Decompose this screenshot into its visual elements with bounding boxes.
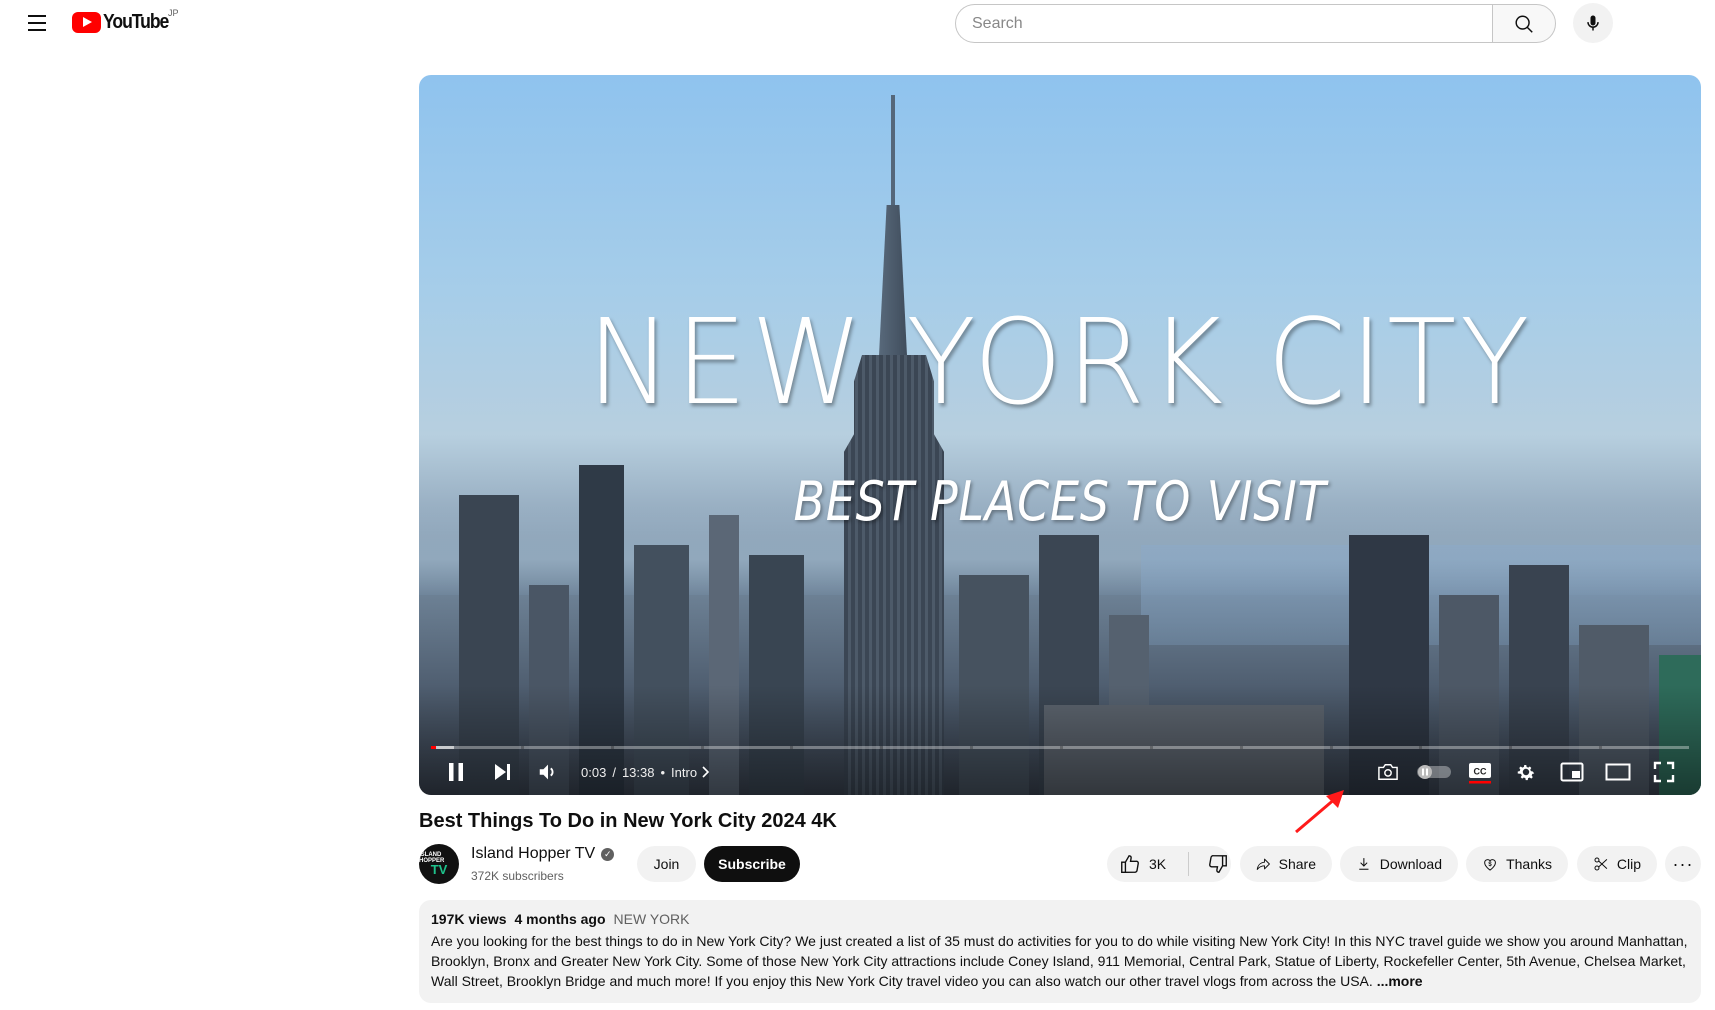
dislike-button[interactable] bbox=[1197, 846, 1229, 882]
subscriber-count: 372K subscribers bbox=[471, 869, 564, 883]
thanks-button[interactable]: $ Thanks bbox=[1466, 846, 1568, 882]
chapter-marker bbox=[610, 746, 614, 749]
scissors-icon bbox=[1594, 857, 1608, 871]
hashtag-link[interactable]: NEW YORK bbox=[614, 911, 690, 927]
country-code: JP bbox=[168, 8, 179, 18]
progress-played bbox=[431, 746, 437, 749]
menu-button[interactable] bbox=[24, 10, 50, 36]
microphone-icon bbox=[1587, 15, 1599, 31]
description-meta: 197K views 4 months ago NEW YORK bbox=[431, 911, 1689, 927]
description-text: Are you looking for the best things to d… bbox=[431, 931, 1689, 991]
fullscreen-button[interactable] bbox=[1641, 755, 1687, 789]
time-display: 0:03 / 13:38 • Intro bbox=[581, 764, 710, 780]
like-count: 3K bbox=[1149, 856, 1167, 872]
time-separator: / bbox=[612, 764, 616, 780]
skip-next-icon bbox=[495, 764, 510, 780]
volume-icon bbox=[539, 764, 554, 780]
pause-button[interactable] bbox=[433, 755, 479, 789]
chapter-button[interactable]: Intro bbox=[671, 764, 710, 780]
svg-text:CC: CC bbox=[1474, 767, 1487, 777]
theater-mode-button[interactable] bbox=[1595, 755, 1641, 789]
logo-text: YouTube bbox=[103, 11, 169, 33]
upload-age: 4 months ago bbox=[514, 911, 606, 927]
search-button[interactable] bbox=[1492, 4, 1556, 43]
join-button[interactable]: Join bbox=[637, 846, 696, 882]
empire-state-spire bbox=[891, 95, 895, 215]
thanks-label: Thanks bbox=[1506, 856, 1552, 872]
hamburger-icon bbox=[28, 15, 46, 17]
like-button[interactable]: 3K bbox=[1107, 846, 1166, 882]
channel-name-link[interactable]: Island Hopper TV ✓ bbox=[471, 845, 615, 863]
captions-button[interactable]: CC bbox=[1457, 755, 1503, 789]
voice-search-button[interactable] bbox=[1573, 3, 1613, 43]
share-button[interactable]: Share bbox=[1240, 846, 1332, 882]
more-horizontal-icon: ··· bbox=[1672, 853, 1694, 874]
chapter-marker bbox=[1509, 746, 1513, 749]
current-time: 0:03 bbox=[581, 764, 607, 780]
avatar-text-bottom: TV bbox=[430, 862, 448, 877]
more-actions-button[interactable]: ··· bbox=[1665, 846, 1701, 882]
download-button[interactable]: Download bbox=[1340, 846, 1458, 882]
player-controls: 0:03 / 13:38 • Intro CC bbox=[419, 755, 1701, 789]
next-button[interactable] bbox=[479, 755, 525, 789]
chapter-marker bbox=[520, 746, 524, 749]
share-icon bbox=[1256, 858, 1270, 870]
mute-button[interactable] bbox=[525, 755, 571, 789]
closed-captions-icon: CC bbox=[1469, 763, 1491, 784]
share-label: Share bbox=[1278, 856, 1316, 872]
miniplayer-button[interactable] bbox=[1549, 755, 1595, 789]
autoplay-toggle[interactable] bbox=[1411, 755, 1457, 789]
autoplay-toggle-icon bbox=[1417, 765, 1451, 779]
view-count: 197K views bbox=[431, 911, 507, 927]
channel-name: Island Hopper TV bbox=[471, 845, 596, 862]
video-overlay-subtitle: BEST PLACES TO VISIT bbox=[793, 470, 1327, 533]
youtube-logo[interactable]: YouTube JP bbox=[72, 8, 179, 34]
progress-bar[interactable] bbox=[431, 746, 1689, 749]
svg-text:$: $ bbox=[1488, 862, 1492, 868]
chevron-right-icon bbox=[702, 766, 710, 778]
chapter-marker bbox=[1419, 746, 1423, 749]
chapter-marker bbox=[1239, 746, 1243, 749]
video-player[interactable]: NEW YORK CITY BEST PLACES TO VISIT 0:03 … bbox=[419, 75, 1701, 795]
search-box bbox=[955, 4, 1492, 43]
chapter-marker bbox=[700, 746, 704, 749]
thumbs-down-icon bbox=[1209, 855, 1228, 873]
screenshot-button[interactable] bbox=[1365, 755, 1411, 789]
settings-button[interactable] bbox=[1503, 755, 1549, 789]
theater-mode-icon bbox=[1605, 763, 1631, 781]
like-dislike-group: 3K bbox=[1107, 846, 1231, 882]
chapter-marker bbox=[1329, 746, 1333, 749]
description-box[interactable]: 197K views 4 months ago NEW YORK Are you… bbox=[419, 900, 1701, 1003]
download-icon bbox=[1359, 858, 1369, 870]
search-icon bbox=[1515, 14, 1533, 33]
clip-button[interactable]: Clip bbox=[1577, 846, 1657, 882]
search-input[interactable] bbox=[972, 14, 1492, 33]
miniplayer-icon bbox=[1560, 762, 1584, 782]
fullscreen-icon bbox=[1653, 761, 1675, 783]
video-overlay-title: NEW YORK CITY bbox=[586, 293, 1534, 431]
chapter-marker bbox=[1599, 746, 1603, 749]
description-body: Are you looking for the best things to d… bbox=[431, 933, 1688, 989]
chapter-marker bbox=[970, 746, 974, 749]
chapter-marker bbox=[880, 746, 884, 749]
video-title: Best Things To Do in New York City 2024 … bbox=[419, 810, 837, 832]
duration: 13:38 bbox=[621, 764, 655, 780]
subscribe-button[interactable]: Subscribe bbox=[704, 846, 800, 882]
camera-icon bbox=[1378, 764, 1398, 780]
chapter-marker bbox=[790, 746, 794, 749]
youtube-play-icon bbox=[72, 12, 101, 33]
like-divider bbox=[1188, 852, 1190, 876]
super-thanks-heart-icon: $ bbox=[1484, 859, 1496, 871]
thumbs-up-icon bbox=[1121, 855, 1139, 873]
chapter-marker bbox=[1149, 746, 1153, 749]
gear-icon bbox=[1517, 765, 1535, 781]
clip-label: Clip bbox=[1616, 856, 1641, 872]
channel-avatar[interactable]: ISLAND HOPPER TV bbox=[419, 844, 459, 884]
download-label: Download bbox=[1379, 856, 1442, 872]
chapter-label: Intro bbox=[671, 764, 698, 780]
verified-check-icon: ✓ bbox=[601, 847, 615, 861]
pause-icon bbox=[449, 763, 463, 781]
chapter-marker bbox=[1060, 746, 1063, 749]
show-more-link[interactable]: ...more bbox=[1377, 973, 1423, 989]
